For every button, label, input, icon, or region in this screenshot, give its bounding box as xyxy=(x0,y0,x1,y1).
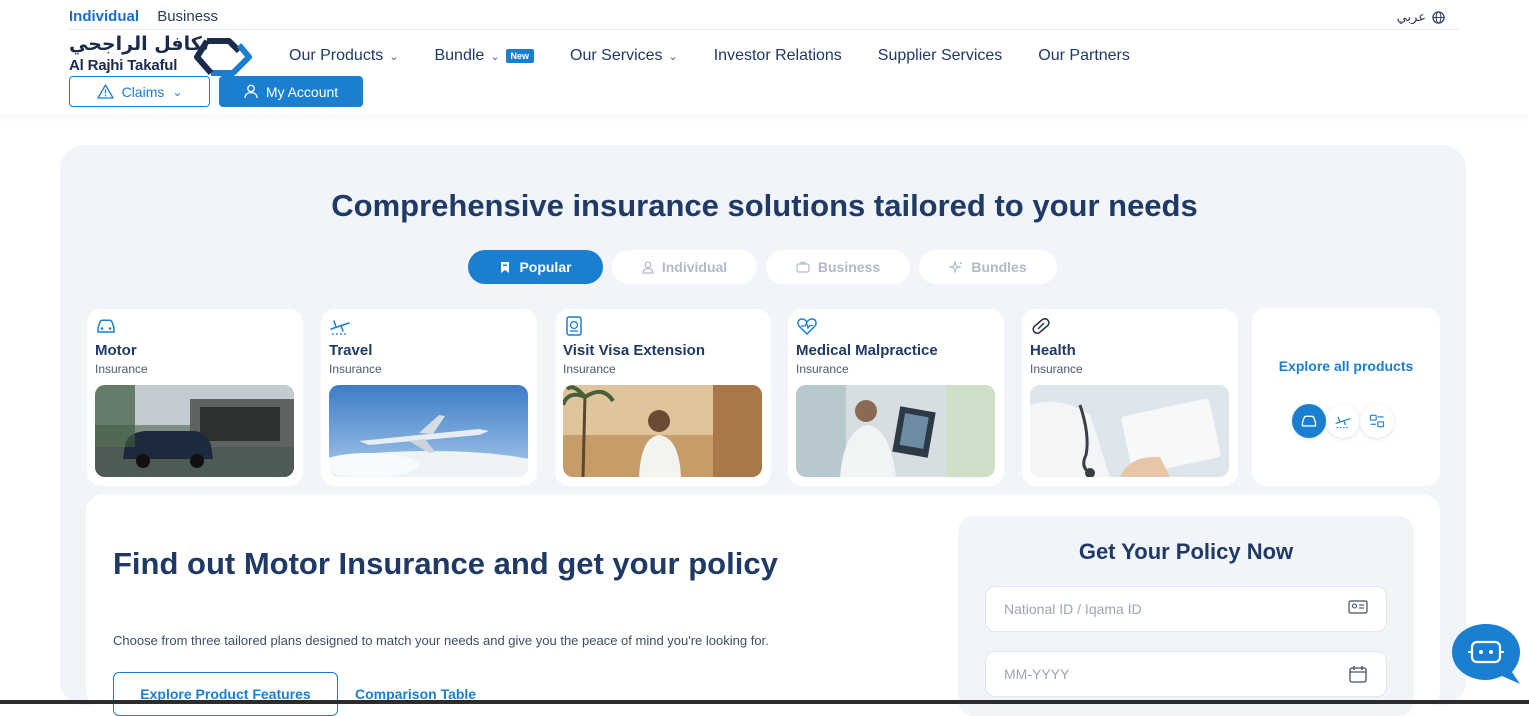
card-title: Medical Malpractice xyxy=(796,342,938,359)
card-title: Health xyxy=(1030,342,1076,359)
car-icon xyxy=(1292,404,1326,438)
language-switcher[interactable]: عربي xyxy=(1397,9,1445,25)
chevron-down-icon: ⌄ xyxy=(389,50,399,63)
calendar-icon xyxy=(1349,666,1367,683)
tab-label: Bundles xyxy=(971,259,1027,275)
brand-logo[interactable]: تكافل الراجحي Al Rajhi Takaful xyxy=(69,33,259,77)
sparkle-icon xyxy=(949,261,963,273)
logo-arabic-text: تكافل الراجحي xyxy=(69,33,209,55)
nav-our-partners[interactable]: Our Partners xyxy=(1038,47,1130,65)
get-policy-form: Get Your Policy Now National ID / Iqama … xyxy=(958,516,1414,716)
date-placeholder: MM-YYYY xyxy=(1004,666,1070,682)
nav-label: Our Products xyxy=(289,47,384,64)
car-icon xyxy=(97,319,115,333)
segment-individual[interactable]: Individual xyxy=(69,8,139,25)
nav-label: Supplier Services xyxy=(877,47,1003,64)
id-card-icon xyxy=(1360,404,1394,438)
user-icon xyxy=(244,84,258,99)
card-subtitle: Insurance xyxy=(796,362,849,376)
travel-plane-image xyxy=(329,385,528,477)
top-header: Individual Business عربي تكافل الراجحي A… xyxy=(0,0,1529,115)
chevron-down-icon: ⌄ xyxy=(668,50,678,63)
plane-icon xyxy=(330,320,350,335)
motor-car-image xyxy=(95,385,294,477)
main-navigation: Our Products ⌄ Bundle ⌄ New Our Services… xyxy=(289,47,1166,65)
card-subtitle: Insurance xyxy=(329,362,382,376)
tab-bundles[interactable]: Bundles xyxy=(919,250,1057,284)
chevron-down-icon: ⌄ xyxy=(490,50,500,63)
segment-business[interactable]: Business xyxy=(157,8,218,25)
product-card-visit-visa[interactable]: Visit Visa Extension Insurance xyxy=(555,309,771,486)
new-badge: New xyxy=(505,49,535,63)
product-icon-stack xyxy=(1292,404,1402,438)
nav-supplier-services[interactable]: Supplier Services xyxy=(878,47,1003,65)
user-icon xyxy=(642,261,654,274)
product-card-medical-malpractice[interactable]: Medical Malpractice Insurance xyxy=(788,309,1004,486)
heartbeat-icon xyxy=(797,318,817,336)
card-subtitle: Insurance xyxy=(563,362,616,376)
logo-mark-icon xyxy=(194,38,252,76)
tab-business[interactable]: Business xyxy=(766,250,910,284)
chatbot-button[interactable] xyxy=(1450,622,1522,686)
claims-button[interactable]: Claims ⌄ xyxy=(69,76,210,107)
card-subtitle: Insurance xyxy=(95,362,148,376)
header-divider xyxy=(69,29,1459,30)
product-card-travel[interactable]: Travel Insurance xyxy=(321,309,537,486)
policy-form-title: Get Your Policy Now xyxy=(1078,539,1294,564)
claims-label: Claims xyxy=(121,83,165,100)
chevron-down-icon: ⌄ xyxy=(172,84,183,99)
explore-product-features-button[interactable]: Explore Product Features xyxy=(113,672,338,716)
nav-label: Our Services xyxy=(570,47,663,64)
pill-icon xyxy=(1032,318,1050,334)
nav-bundle[interactable]: Bundle ⌄ New xyxy=(434,47,535,65)
plane-icon xyxy=(1326,404,1360,438)
id-card-icon xyxy=(1348,600,1368,614)
nav-our-services[interactable]: Our Services ⌄ xyxy=(570,47,678,65)
explore-all-products-card[interactable]: Explore all products xyxy=(1252,308,1440,486)
passport-icon xyxy=(566,316,582,336)
doctor-xray-image xyxy=(796,385,995,477)
section-headline: Comprehensive insurance solutions tailor… xyxy=(331,188,1198,223)
bookmark-icon xyxy=(501,261,510,273)
product-tabs: Popular Individual Business Bundles xyxy=(468,250,1057,284)
nav-label: Our Partners xyxy=(1038,47,1130,64)
motor-section-title: Find out Motor Insurance and get your po… xyxy=(113,546,778,581)
tab-popular[interactable]: Popular xyxy=(468,250,603,284)
chat-bot-icon xyxy=(1452,624,1520,684)
explore-all-label: Explore all products xyxy=(1278,358,1414,374)
tab-label: Business xyxy=(817,259,881,275)
doctor-tablet-image xyxy=(1030,385,1229,477)
nav-label: Investor Relations xyxy=(713,47,842,64)
visa-traveler-image xyxy=(563,385,762,477)
nav-our-products[interactable]: Our Products ⌄ xyxy=(289,47,398,65)
language-label: عربي xyxy=(1396,9,1426,24)
warning-icon xyxy=(96,84,114,99)
card-title: Motor xyxy=(95,342,137,359)
card-title: Travel xyxy=(329,342,373,359)
briefcase-icon xyxy=(796,261,810,273)
card-subtitle: Insurance xyxy=(1030,362,1083,376)
national-id-field[interactable]: National ID / Iqama ID xyxy=(985,586,1387,632)
audience-switcher: Individual Business xyxy=(69,8,232,25)
product-card-health[interactable]: Health Insurance xyxy=(1022,309,1238,486)
product-card-motor[interactable]: Motor Insurance xyxy=(87,309,303,486)
motor-section-description: Choose from three tailored plans designe… xyxy=(113,633,769,648)
my-account-button[interactable]: My Account xyxy=(219,76,363,107)
tab-individual[interactable]: Individual xyxy=(612,250,757,284)
logo-english-text: Al Rajhi Takaful xyxy=(69,57,178,74)
tab-label: Popular xyxy=(519,259,572,275)
expiry-date-field[interactable]: MM-YYYY xyxy=(985,651,1387,697)
window-bottom-edge xyxy=(0,700,1529,704)
account-label: My Account xyxy=(265,83,339,100)
globe-icon xyxy=(1432,10,1445,24)
tab-label: Individual xyxy=(661,259,728,275)
nav-label: Bundle xyxy=(434,47,485,64)
national-id-placeholder: National ID / Iqama ID xyxy=(1004,601,1142,617)
card-title: Visit Visa Extension xyxy=(563,342,706,359)
nav-investor-relations[interactable]: Investor Relations xyxy=(714,47,842,65)
